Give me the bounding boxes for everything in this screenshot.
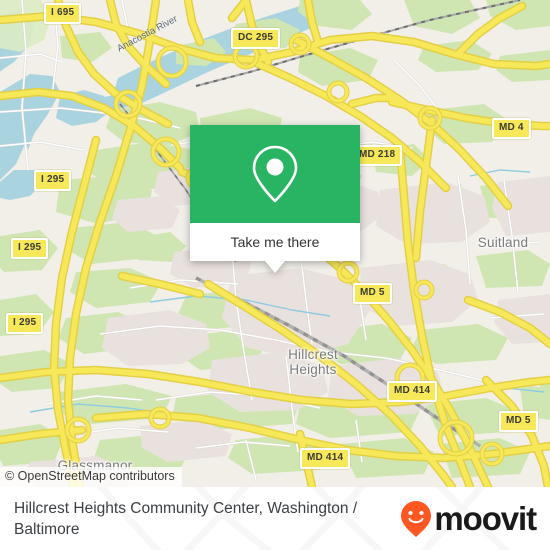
footer-content: Hillcrest Heights Community Center, Wash… xyxy=(0,487,550,550)
map-canvas[interactable]: Anacostia River Suitland Hillcrest Height… xyxy=(0,0,550,487)
map-pin-icon xyxy=(252,145,298,203)
shield-md-414-east[interactable]: MD 414 xyxy=(387,381,438,402)
shield-i-695[interactable]: I 695 xyxy=(44,3,82,24)
shield-md-4[interactable]: MD 4 xyxy=(492,118,531,139)
popup-pointer xyxy=(265,261,285,273)
shield-md-5-mid[interactable]: MD 5 xyxy=(353,283,392,304)
take-me-there-label: Take me there xyxy=(230,234,320,250)
moovit-brand[interactable]: moovit xyxy=(400,500,537,538)
shield-md-414-west[interactable]: MD 414 xyxy=(300,448,351,469)
shield-i-295-mid[interactable]: I 295 xyxy=(11,238,49,259)
map-screenshot: Anacostia River Suitland Hillcrest Height… xyxy=(0,0,550,550)
moovit-pin-smiley-icon xyxy=(401,500,432,537)
place-label-line1: Hillcrest xyxy=(288,347,338,362)
destination-popup[interactable]: Take me there xyxy=(190,125,360,273)
place-label-suitland: Suitland xyxy=(477,235,529,250)
shield-i-295-north[interactable]: I 295 xyxy=(34,170,72,191)
shield-dc-295[interactable]: DC 295 xyxy=(231,28,281,49)
location-title: Hillcrest Heights Community Center, Wash… xyxy=(14,499,358,538)
shield-i-295-south[interactable]: I 295 xyxy=(6,313,44,334)
take-me-there-button[interactable]: Take me there xyxy=(190,223,360,273)
place-label-line2: Heights xyxy=(289,361,337,377)
shield-md-5-south[interactable]: MD 5 xyxy=(499,411,538,432)
map-attribution[interactable]: © OpenStreetMap contributors xyxy=(0,467,182,487)
popup-icon-area xyxy=(190,125,360,223)
place-label-hillcrest-heights: Hillcrest Heights xyxy=(268,347,358,377)
footer-bar: Hillcrest Heights Community Center, Wash… xyxy=(0,487,550,550)
moovit-wordmark: moovit xyxy=(434,500,537,537)
